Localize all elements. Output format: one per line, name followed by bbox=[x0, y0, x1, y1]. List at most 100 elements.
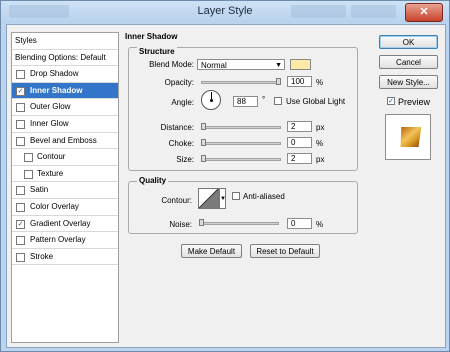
angle-input[interactable]: 88 bbox=[233, 96, 258, 107]
sidebar-item-label: Blending Options: Default bbox=[15, 52, 106, 62]
sidebar-item-label: Styles bbox=[15, 36, 37, 45]
sidebar-item-inner-glow[interactable]: Inner Glow bbox=[12, 116, 118, 133]
angle-dial[interactable] bbox=[201, 90, 221, 110]
opacity-input[interactable]: 100 bbox=[287, 76, 312, 87]
opacity-label: Opacity: bbox=[164, 78, 194, 87]
sidebar-item-gradient-overlay[interactable]: ✓ Gradient Overlay bbox=[12, 216, 118, 233]
distance-input[interactable]: 2 bbox=[287, 121, 312, 132]
sidebar-checkbox[interactable] bbox=[16, 236, 25, 246]
sidebar-item-bevel-and-emboss[interactable]: Bevel and Emboss bbox=[12, 133, 118, 150]
size-unit: px bbox=[316, 155, 325, 164]
sidebar-item-label: Satin bbox=[30, 185, 49, 195]
structure-title: Structure bbox=[137, 47, 177, 56]
anti-aliased-checkbox[interactable] bbox=[232, 192, 240, 200]
noise-unit: % bbox=[316, 220, 324, 229]
noise-slider[interactable] bbox=[199, 219, 279, 226]
sidebar-item-label: Texture bbox=[37, 168, 64, 178]
opacity-slider[interactable] bbox=[201, 78, 281, 85]
size-input[interactable]: 2 bbox=[287, 153, 312, 164]
sidebar-item-label: Bevel and Emboss bbox=[30, 135, 97, 145]
sidebar-item-pattern-overlay[interactable]: Pattern Overlay bbox=[12, 232, 118, 249]
sidebar-checkbox[interactable] bbox=[16, 186, 25, 196]
sidebar-item-satin[interactable]: Satin bbox=[12, 182, 118, 199]
sidebar-item-blending-options-default[interactable]: Blending Options: Default bbox=[12, 50, 118, 67]
contour-label: Contour: bbox=[161, 196, 192, 205]
sidebar-item-label: Outer Glow bbox=[30, 102, 71, 112]
sidebar-checkbox[interactable] bbox=[16, 70, 25, 80]
sidebar-item-label: Inner Shadow bbox=[30, 85, 83, 95]
distance-slider[interactable] bbox=[201, 123, 281, 130]
shadow-color-swatch[interactable] bbox=[290, 59, 311, 70]
angle-label: Angle: bbox=[171, 98, 194, 107]
structure-group: Structure Blend Mode: Normal ▼ Opacity: … bbox=[128, 47, 358, 171]
blend-mode-select[interactable]: Normal ▼ bbox=[197, 59, 285, 70]
sidebar-item-color-overlay[interactable]: Color Overlay bbox=[12, 199, 118, 216]
sidebar-item-label: Stroke bbox=[30, 251, 54, 261]
chevron-down-icon: ▼ bbox=[220, 196, 226, 202]
sidebar-item-label: Inner Glow bbox=[30, 119, 69, 128]
blend-mode-label: Blend Mode: bbox=[149, 60, 194, 69]
choke-input[interactable]: 0 bbox=[287, 137, 312, 148]
choke-label: Choke: bbox=[168, 139, 194, 148]
style-preview bbox=[385, 114, 431, 160]
size-slider-thumb[interactable] bbox=[201, 155, 206, 162]
sidebar-item-label: Contour bbox=[37, 152, 66, 162]
cancel-button[interactable]: Cancel bbox=[379, 55, 438, 69]
chevron-down-icon: ▼ bbox=[275, 62, 282, 69]
title-bar: Layer Style ✕ bbox=[1, 1, 449, 23]
sidebar-checkbox[interactable] bbox=[16, 120, 25, 129]
size-slider[interactable] bbox=[201, 155, 281, 162]
anti-aliased-label: Anti-aliased bbox=[243, 192, 285, 201]
contour-dropdown[interactable]: ▼ bbox=[219, 188, 226, 209]
preview-checkbox[interactable]: ✓ bbox=[387, 97, 395, 105]
sidebar-item-drop-shadow[interactable]: Drop Shadow bbox=[12, 66, 118, 83]
sidebar-item-stroke[interactable]: Stroke bbox=[12, 249, 118, 266]
preview-label: Preview bbox=[398, 97, 431, 107]
sidebar-checkbox[interactable] bbox=[16, 103, 25, 113]
sidebar-checkbox[interactable] bbox=[16, 136, 25, 146]
choke-slider-thumb[interactable] bbox=[201, 139, 206, 146]
sidebar-checkbox[interactable] bbox=[16, 252, 25, 262]
use-global-light-checkbox[interactable] bbox=[274, 97, 282, 105]
contour-curve-icon bbox=[199, 189, 218, 208]
preview-thumbnail bbox=[400, 127, 422, 147]
ok-button[interactable]: OK bbox=[379, 35, 438, 49]
noise-slider-thumb[interactable] bbox=[199, 219, 204, 226]
sidebar-checkbox[interactable]: ✓ bbox=[16, 86, 25, 96]
new-style-button[interactable]: New Style... bbox=[379, 75, 438, 89]
sidebar-item-outer-glow[interactable]: Outer Glow bbox=[12, 99, 118, 116]
styles-list: Styles Blending Options: Default Drop Shad… bbox=[11, 32, 119, 343]
sidebar-item-inner-shadow[interactable]: ✓ Inner Shadow bbox=[12, 82, 118, 100]
quality-group: Quality Contour: ▼ Anti-aliased Noise: 0… bbox=[128, 176, 358, 234]
sidebar-item-label: Drop Shadow bbox=[30, 69, 79, 79]
opacity-slider-thumb[interactable] bbox=[276, 78, 281, 85]
distance-label: Distance: bbox=[160, 123, 194, 132]
sidebar-checkbox[interactable]: ✓ bbox=[16, 219, 25, 229]
noise-input[interactable]: 0 bbox=[287, 218, 312, 229]
sidebar-item-texture[interactable]: Texture bbox=[12, 166, 118, 183]
sidebar-item-label: Color Overlay bbox=[30, 202, 79, 211]
sidebar-item-contour[interactable]: Contour bbox=[12, 149, 118, 166]
sidebar-checkbox[interactable] bbox=[24, 153, 33, 163]
close-button[interactable]: ✕ bbox=[405, 3, 443, 22]
make-default-button[interactable]: Make Default bbox=[181, 244, 242, 258]
dialog-body: Styles Blending Options: Default Drop Shad… bbox=[6, 24, 446, 348]
dialog-title: Layer Style bbox=[197, 5, 253, 17]
quality-title: Quality bbox=[137, 176, 169, 185]
sidebar-checkbox[interactable] bbox=[16, 203, 25, 212]
sidebar-item-label: Gradient Overlay bbox=[30, 218, 91, 228]
angle-center bbox=[210, 99, 213, 102]
sidebar-checkbox[interactable] bbox=[24, 169, 33, 179]
noise-label: Noise: bbox=[169, 220, 192, 229]
opacity-unit: % bbox=[316, 78, 324, 87]
reset-to-default-button[interactable]: Reset to Default bbox=[250, 244, 320, 258]
choke-unit: % bbox=[316, 139, 324, 148]
contour-preview[interactable] bbox=[198, 188, 219, 209]
sidebar-item-label: Pattern Overlay bbox=[30, 235, 86, 245]
choke-slider[interactable] bbox=[201, 139, 281, 146]
size-label: Size: bbox=[176, 155, 194, 164]
use-global-light-label: Use Global Light bbox=[286, 97, 346, 106]
sidebar-item-styles[interactable]: Styles bbox=[12, 33, 118, 50]
layer-style-dialog: Layer Style ✕ Styles Blending Options: De… bbox=[0, 0, 450, 352]
distance-slider-thumb[interactable] bbox=[201, 123, 206, 130]
